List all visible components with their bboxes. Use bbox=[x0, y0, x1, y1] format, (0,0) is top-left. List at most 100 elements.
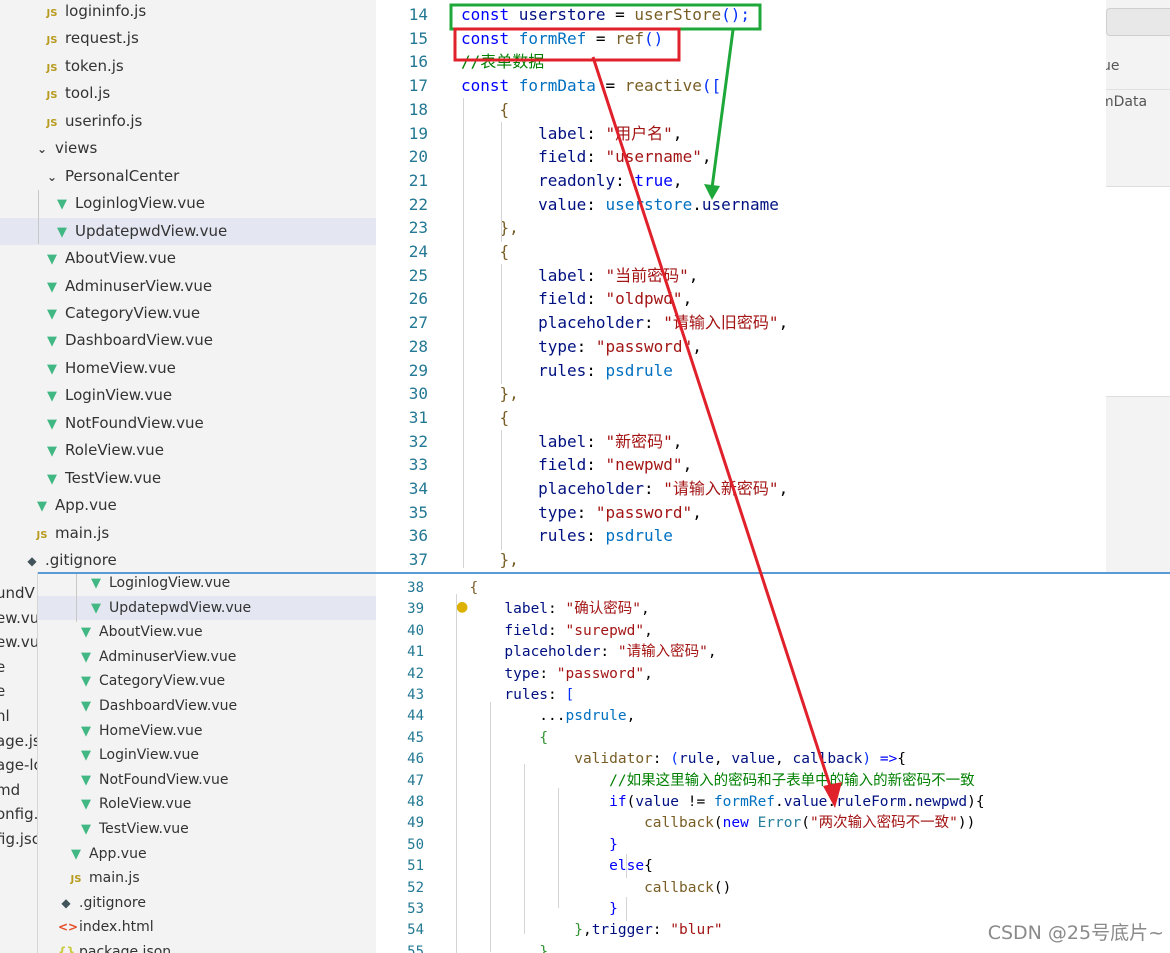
tree-item[interactable]: ⌄ views bbox=[0, 135, 376, 162]
tree-item[interactable]: ▼ UpdatepwdView.vue bbox=[0, 217, 376, 245]
code-line[interactable]: 51 else{ bbox=[376, 856, 1170, 877]
tree-item[interactable]: ▼ LoginView.vue bbox=[38, 743, 376, 768]
tree-item[interactable]: <>index.html bbox=[38, 915, 376, 940]
code-line[interactable]: 44 ...psdrule, bbox=[376, 706, 1170, 727]
code-line[interactable]: 29 rules: psdrule bbox=[376, 359, 1106, 383]
code-line[interactable]: 19 label: "用户名", bbox=[376, 122, 1106, 146]
tree-item[interactable]: ◆ .gitignore bbox=[38, 891, 376, 916]
code-token: { bbox=[644, 858, 653, 875]
line-number: 20 bbox=[408, 147, 428, 167]
code-line[interactable]: 52 callback() bbox=[376, 878, 1170, 899]
tree-item[interactable]: ▼ TestView.vue bbox=[0, 465, 376, 492]
tree-item[interactable]: ▼ App.vue bbox=[38, 842, 376, 867]
code-token: , bbox=[778, 313, 789, 333]
code-line[interactable]: 40 field: "surepwd", bbox=[376, 621, 1170, 642]
code-line[interactable]: 34 placeholder: "请输入新密码", bbox=[376, 477, 1106, 501]
tree-item[interactable]: ▼ LoginView.vue bbox=[0, 382, 376, 409]
line-number: 46 bbox=[407, 751, 424, 768]
code-line[interactable]: 23 }, bbox=[376, 216, 1106, 240]
tree-item-label: LoginView.vue bbox=[99, 747, 199, 764]
indent-guide bbox=[626, 854, 627, 878]
tree-item[interactable]: ▼ AdminuserView.vue bbox=[0, 273, 376, 300]
code-token: userStore bbox=[634, 5, 722, 24]
tree-item[interactable]: JS tool.js bbox=[0, 80, 376, 107]
code-text: { bbox=[452, 728, 548, 749]
tree-item[interactable]: JS main.js bbox=[38, 866, 376, 891]
tree-item[interactable]: ▼ UpdatepwdView.vue bbox=[38, 595, 376, 621]
tree-item[interactable]: ▼ NotFoundView.vue bbox=[0, 410, 376, 437]
tree-item[interactable]: ▼ LoginlogView.vue bbox=[0, 190, 376, 217]
code-line[interactable]: 20 field: "username", bbox=[376, 145, 1106, 169]
code-line[interactable]: 38 { bbox=[376, 578, 1170, 599]
code-line[interactable]: 42 type: "password", bbox=[376, 664, 1170, 685]
vue-file-icon: ▼ bbox=[91, 600, 101, 616]
tree-item[interactable]: ▼ TestView.vue bbox=[38, 817, 376, 842]
tree-item[interactable]: JS userinfo.js bbox=[0, 108, 376, 135]
code-line[interactable]: 16 //表单数据 bbox=[376, 50, 1106, 74]
tree-item[interactable]: ⌄ PersonalCenter bbox=[0, 163, 376, 190]
code-line[interactable]: 48 if(value != formRef.value.ruleForm.ne… bbox=[376, 792, 1170, 813]
tree-item[interactable]: ▼ CategoryView.vue bbox=[38, 669, 376, 694]
bottom-code-editor[interactable]: ● 38 {39 label: "确认密码", 40 field: "surepw… bbox=[376, 572, 1170, 953]
tree-item[interactable]: ▼ LoginlogView.vue bbox=[38, 574, 376, 596]
code-line[interactable]: 30 }, bbox=[376, 382, 1106, 406]
code-line[interactable]: 22 value: userstore.username bbox=[376, 193, 1106, 217]
code-line[interactable]: 18 { bbox=[376, 98, 1106, 122]
code-line[interactable]: 33 field: "newpwd", bbox=[376, 453, 1106, 477]
vue-file-icon: ▼ bbox=[81, 674, 91, 690]
code-line[interactable]: 50 } bbox=[376, 835, 1170, 856]
tree-item[interactable]: JS request.js bbox=[0, 25, 376, 52]
code-line[interactable]: 37 }, bbox=[376, 548, 1106, 572]
vue-file-icon: ▼ bbox=[81, 699, 91, 714]
code-line[interactable]: 27 placeholder: "请输入旧密码", bbox=[376, 311, 1106, 335]
code-text: const formData = reactive([ bbox=[461, 74, 721, 98]
code-line[interactable]: 32 label: "新密码", bbox=[376, 430, 1106, 454]
tree-item[interactable]: JS token.js bbox=[0, 53, 376, 80]
code-line[interactable]: 28 type: "password", bbox=[376, 335, 1106, 359]
code-line[interactable]: 31 { bbox=[376, 406, 1106, 430]
top-code-editor[interactable]: 14 const userstore = userStore(); 15 const … bbox=[376, 0, 1106, 572]
code-text: label: "用户名", bbox=[461, 122, 682, 146]
code-token: "请输入旧密码" bbox=[663, 313, 779, 333]
tree-item[interactable]: ▼ DashboardView.vue bbox=[38, 694, 376, 719]
code-line[interactable]: 47 //如果这里输入的密码和子表单中的输入的新密码不一致 bbox=[376, 771, 1170, 792]
code-line[interactable]: 25 label: "当前密码", bbox=[376, 264, 1106, 288]
tree-item[interactable]: ▼ AboutView.vue bbox=[0, 245, 376, 272]
code-line[interactable]: 39 label: "确认密码", bbox=[376, 599, 1170, 620]
code-line[interactable]: 36 rules: psdrule bbox=[376, 524, 1106, 548]
tree-item[interactable]: {} package.json bbox=[38, 940, 376, 953]
tree-item[interactable]: ◆ .gitignore bbox=[0, 547, 376, 572]
code-line[interactable]: 41 placeholder: "请输入密码", bbox=[376, 642, 1170, 663]
code-line[interactable]: 45 { bbox=[376, 728, 1170, 749]
code-line[interactable]: 35 type: "password", bbox=[376, 501, 1106, 525]
code-text: rules: psdrule bbox=[461, 359, 673, 383]
code-line[interactable]: 46 validator: (rule, value, callback) =>… bbox=[376, 749, 1170, 770]
tree-item[interactable]: JS main.js bbox=[0, 520, 376, 547]
tree-item[interactable]: ▼ App.vue bbox=[0, 492, 376, 519]
tree-item[interactable]: ▼ CategoryView.vue bbox=[0, 300, 376, 327]
code-line[interactable]: 49 callback(new Error("两次输入密码不一致")) bbox=[376, 813, 1170, 834]
tree-item[interactable]: ▼ NotFoundView.vue bbox=[38, 768, 376, 793]
tree-item[interactable]: ▼ HomeView.vue bbox=[0, 355, 376, 382]
code-line[interactable]: 43 rules: [ bbox=[376, 685, 1170, 706]
code-token: } bbox=[609, 836, 618, 853]
code-line[interactable]: 24 { bbox=[376, 240, 1106, 264]
code-line[interactable]: 26 field: "oldpwd", bbox=[376, 287, 1106, 311]
tree-item[interactable]: ▼ AdminuserView.vue bbox=[38, 645, 376, 670]
code-line[interactable]: 14 const userstore = userStore(); bbox=[376, 3, 1106, 27]
tree-item[interactable]: ▼ DashboardView.vue bbox=[0, 327, 376, 354]
tree-item[interactable]: ▼ HomeView.vue bbox=[38, 719, 376, 744]
code-line[interactable]: 17 const formData = reactive([ bbox=[376, 74, 1106, 98]
code-token: placeholder bbox=[538, 313, 645, 333]
tree-item[interactable]: ▼ RoleView.vue bbox=[0, 437, 376, 464]
tree-item[interactable]: ▼ AboutView.vue bbox=[38, 620, 376, 645]
code-line[interactable]: 15 const formRef = ref() bbox=[376, 27, 1106, 51]
tree-item[interactable]: JS logininfo.js bbox=[0, 0, 376, 25]
tree-item[interactable]: ▼ RoleView.vue bbox=[38, 792, 376, 817]
code-line[interactable]: 21 readonly: true, bbox=[376, 169, 1106, 193]
code-text: placeholder: "请输入密码", bbox=[452, 642, 716, 663]
